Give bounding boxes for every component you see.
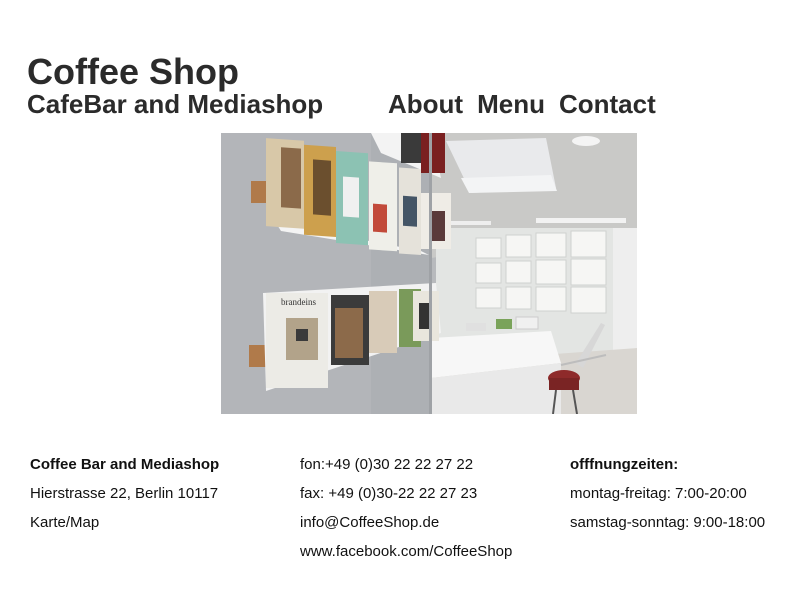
footer-address: Coffee Bar and Mediashop Hierstrasse 22,… <box>30 450 219 537</box>
main-nav: About Menu Contact <box>388 89 656 119</box>
map-link[interactable]: Karte/Map <box>30 508 219 537</box>
business-name: Coffee Bar and Mediashop <box>30 456 220 473</box>
coffee-shop-interior-photo: brandeins <box>221 133 637 414</box>
nav-contact-link[interactable]: Contact <box>559 89 656 119</box>
hours-heading: offfnungzeiten: <box>570 456 679 473</box>
nav-about-link[interactable]: About <box>388 89 463 119</box>
weekday-hours: montag-freitag: 7:00-20:00 <box>570 485 747 502</box>
phone-number: fon:+49 (0)30 22 22 27 22 <box>300 456 474 473</box>
site-title: Coffee Shop <box>27 51 239 92</box>
nav-menu-link[interactable]: Menu <box>477 89 545 119</box>
site-tagline: CafeBar and Mediashop <box>27 89 324 119</box>
magazine-cover-text: brandeins <box>281 297 316 307</box>
hero-image: brandeins <box>221 133 637 414</box>
footer-contact: fon:+49 (0)30 22 22 27 22 fax: +49 (0)30… <box>300 450 512 566</box>
email-link[interactable]: info@CoffeeShop.de <box>300 508 512 537</box>
weekend-hours: samstag-sonntag: 9:00-18:00 <box>570 514 766 531</box>
facebook-link[interactable]: www.facebook.com/CoffeeShop <box>300 537 512 566</box>
page: Coffee Shop CafeBar and Mediashop About … <box>0 0 800 600</box>
fax-number: fax: +49 (0)30-22 22 27 23 <box>300 485 478 502</box>
footer-hours: offfnungzeiten: montag-freitag: 7:00-20:… <box>570 450 765 537</box>
street-address: Hierstrasse 22, Berlin 10117 <box>30 485 219 502</box>
